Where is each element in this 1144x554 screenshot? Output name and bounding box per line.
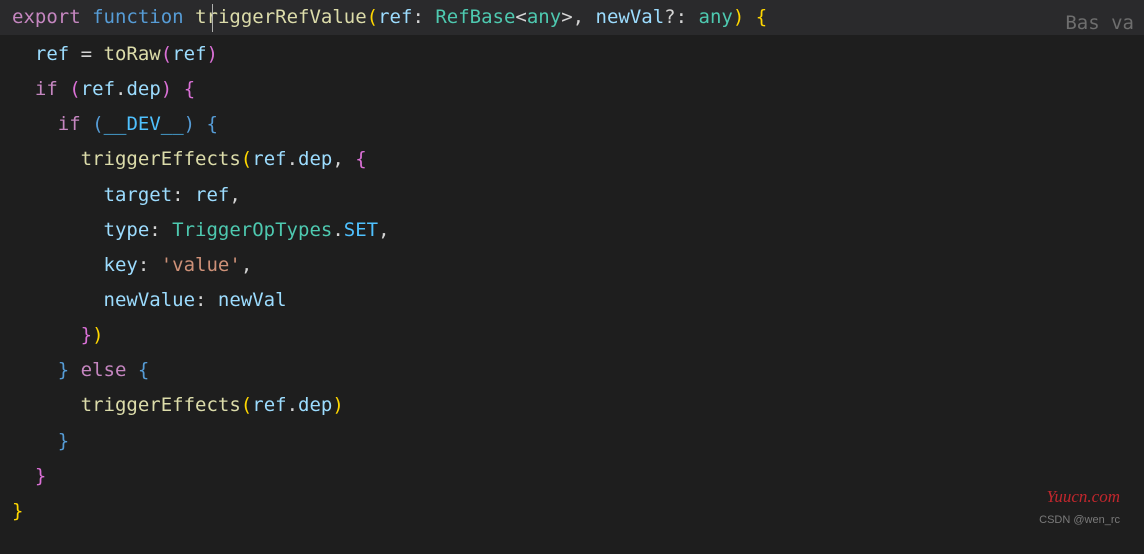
keyword-export: export: [12, 0, 81, 35]
type-refbase: RefBase: [435, 0, 515, 35]
code-line: }): [0, 318, 1144, 353]
code-line: key: 'value',: [0, 248, 1144, 283]
keyword-function: function: [92, 0, 184, 35]
brace-open: {: [756, 0, 767, 35]
code-line: newValue: newVal: [0, 283, 1144, 318]
code-line: }: [0, 494, 1144, 529]
code-line: }: [0, 424, 1144, 459]
code-line: target: ref,: [0, 178, 1144, 213]
param-ref: ref: [378, 0, 412, 35]
code-line: } else {: [0, 353, 1144, 388]
code-line: triggerEffects(ref.dep): [0, 388, 1144, 423]
paren-close: ): [733, 0, 756, 35]
code-line: type: TriggerOpTypes.SET,: [0, 213, 1144, 248]
code-line: if (__DEV__) {: [0, 107, 1144, 142]
text-cursor: [212, 4, 213, 32]
param-newval: newVal: [596, 0, 665, 35]
active-line-highlight: export function triggerRefValue(ref: Ref…: [0, 0, 1144, 35]
code-body[interactable]: ref = toRaw(ref) if (ref.dep) { if (__DE…: [0, 35, 1144, 529]
code-line: ref = toRaw(ref): [0, 37, 1144, 72]
type-any: any: [527, 0, 561, 35]
type-any2: any: [699, 0, 733, 35]
code-line: triggerEffects(ref.dep, {: [0, 142, 1144, 177]
paren-open: (: [367, 0, 378, 35]
code-line: }: [0, 459, 1144, 494]
code-editor[interactable]: export function triggerRefValue(ref: Ref…: [0, 0, 1144, 554]
watermark-logo: Yuucn.com: [1046, 481, 1120, 512]
watermark-attribution: CSDN @wen_rc: [1039, 510, 1120, 530]
function-name: triggerRefValue: [195, 0, 367, 35]
code-line: if (ref.dep) {: [0, 72, 1144, 107]
